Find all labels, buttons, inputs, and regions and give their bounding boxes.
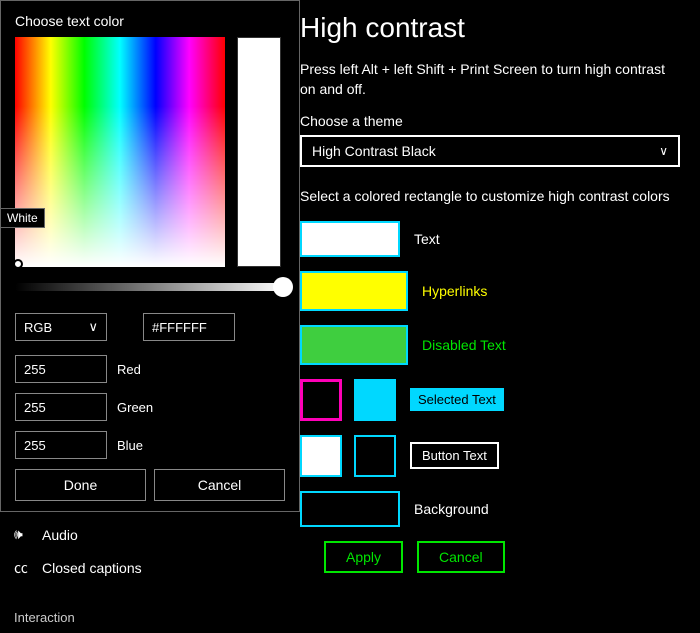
label-button: Button Text: [410, 442, 499, 469]
apply-cancel-row: Apply Cancel: [324, 541, 690, 573]
green-input[interactable]: 255: [15, 393, 107, 421]
swatch-text[interactable]: [300, 221, 400, 257]
swatch-group-selected: [300, 379, 396, 421]
row-hyperlinks: Hyperlinks: [300, 271, 690, 311]
label-hyperlinks: Hyperlinks: [422, 283, 487, 299]
color-rows: Text Hyperlinks Disabled Text Selected T…: [300, 221, 690, 527]
closed-captions-icon: ㏄: [14, 558, 32, 578]
label-background: Background: [414, 501, 489, 517]
swatch-selected-fg[interactable]: [300, 379, 342, 421]
color-picker-popup: Choose text color RGB ∨ #FFFFFF 255 Red …: [0, 0, 300, 512]
sidebar-item-closed-captions[interactable]: ㏄ Closed captions: [0, 552, 156, 584]
picker-title: Choose text color: [15, 13, 285, 29]
lightness-slider[interactable]: [15, 283, 287, 291]
sidebar-label-audio: Audio: [42, 527, 78, 543]
hex-input[interactable]: #FFFFFF: [143, 313, 235, 341]
sidebar-label-cc: Closed captions: [42, 560, 142, 576]
label-text: Text: [414, 231, 440, 247]
red-label: Red: [117, 362, 141, 377]
red-input[interactable]: 255: [15, 355, 107, 383]
customize-hint: Select a colored rectangle to customize …: [300, 187, 680, 207]
color-mode-value: RGB: [24, 320, 52, 335]
blue-label: Blue: [117, 438, 143, 453]
chevron-down-icon: ∨: [88, 319, 98, 335]
picker-cancel-button[interactable]: Cancel: [154, 469, 285, 501]
saturation-value-panel[interactable]: [15, 37, 225, 267]
sv-cursor[interactable]: [13, 259, 23, 269]
color-mode-select[interactable]: RGB ∨: [15, 313, 107, 341]
high-contrast-panel: High contrast Press left Alt + left Shif…: [300, 0, 700, 633]
sidebar-item-audio[interactable]: 🕪 Audio: [0, 520, 92, 549]
lightness-thumb[interactable]: [273, 277, 293, 297]
tooltip: White: [0, 208, 45, 228]
theme-select[interactable]: High Contrast Black ∨: [300, 135, 680, 167]
choose-theme-label: Choose a theme: [300, 113, 690, 129]
speaker-icon: 🕪: [14, 526, 32, 543]
cancel-button[interactable]: Cancel: [417, 541, 505, 573]
blue-input[interactable]: 255: [15, 431, 107, 459]
page-title: High contrast: [300, 12, 690, 44]
swatch-group-button: [300, 435, 396, 477]
row-background: Background: [300, 491, 690, 527]
row-disabled: Disabled Text: [300, 325, 690, 365]
row-text: Text: [300, 221, 690, 257]
shortcut-hint: Press left Alt + left Shift + Print Scre…: [300, 60, 680, 99]
color-preview: [237, 37, 281, 267]
theme-select-value: High Contrast Black: [312, 143, 436, 159]
done-button[interactable]: Done: [15, 469, 146, 501]
swatch-background[interactable]: [300, 491, 400, 527]
swatch-button-bg[interactable]: [354, 435, 396, 477]
green-label: Green: [117, 400, 153, 415]
row-button: Button Text: [300, 435, 690, 477]
swatch-selected-bg[interactable]: [354, 379, 396, 421]
chevron-down-icon: ∨: [659, 144, 668, 158]
swatch-hyperlinks[interactable]: [300, 271, 408, 311]
swatch-disabled[interactable]: [300, 325, 408, 365]
apply-button[interactable]: Apply: [324, 541, 403, 573]
hex-value: #FFFFFF: [152, 320, 207, 335]
swatch-button-fg[interactable]: [300, 435, 342, 477]
label-disabled: Disabled Text: [422, 337, 506, 353]
label-selected: Selected Text: [410, 388, 504, 411]
row-selected: Selected Text: [300, 379, 690, 421]
sidebar-section-interaction: Interaction: [0, 600, 89, 629]
